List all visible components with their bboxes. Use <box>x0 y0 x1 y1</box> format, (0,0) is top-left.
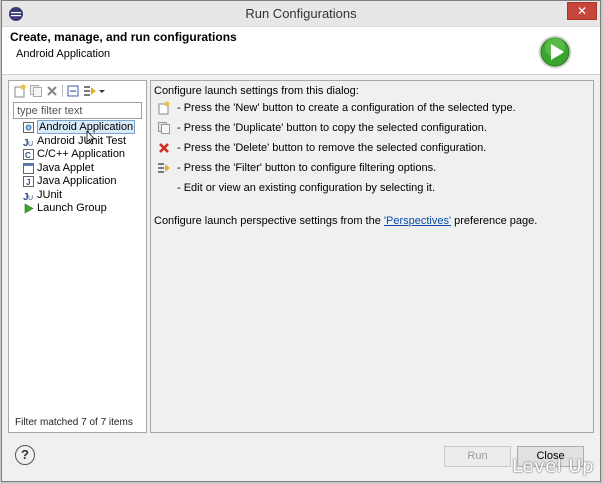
svg-text:J: J <box>26 178 30 187</box>
collapse-all-icon[interactable] <box>66 84 80 98</box>
svg-text:U: U <box>28 141 33 147</box>
help-button[interactable]: ? <box>15 445 35 465</box>
configuration-tree: Android Application J U Android JUnit Te… <box>19 120 144 216</box>
filter-status: Filter matched 7 of 7 items <box>15 417 133 428</box>
tree-item-label: Launch Group <box>37 202 107 214</box>
tree-item-label: Java Application <box>37 175 117 187</box>
delete-icon <box>159 143 169 153</box>
tree-item-label: C/C++ Application <box>37 148 126 160</box>
configuration-toolbar <box>11 83 144 101</box>
header-title: Create, manage, and run configurations <box>10 30 237 44</box>
junit-icon: J U <box>23 138 33 147</box>
filter-input[interactable] <box>13 102 142 119</box>
window-close-button[interactable]: ✕ <box>567 2 597 20</box>
filter-icon <box>158 163 170 173</box>
watermark: Level Up <box>512 456 594 477</box>
perspectives-link[interactable]: 'Perspectives' <box>384 215 451 227</box>
instruction-new: - Press the 'New' button to create a con… <box>155 101 585 117</box>
tree-item-label: Java Applet <box>37 161 94 174</box>
svg-text:U: U <box>28 195 33 201</box>
instruction-text: - Press the 'Duplicate' button to copy t… <box>177 122 487 134</box>
instruction-edit: - Edit or view an existing configuration… <box>155 181 585 197</box>
cpp-app-icon: C <box>23 149 34 160</box>
junit-icon: J U <box>23 192 33 201</box>
instruction-text: - Edit or view an existing configuration… <box>177 182 436 194</box>
java-app-icon: J <box>23 176 34 187</box>
run-configurations-window: Run Configurations ✕ Create, manage, and… <box>1 0 601 482</box>
instruction-duplicate: - Press the 'Duplicate' button to copy t… <box>155 121 585 137</box>
new-config-icon <box>158 101 170 115</box>
duplicate-icon <box>158 122 170 134</box>
instruction-text: - Press the 'Delete' button to remove th… <box>177 142 487 154</box>
mouse-cursor-icon <box>86 131 96 145</box>
instruction-filter: - Press the 'Filter' button to configure… <box>155 161 585 177</box>
configuration-type-pane: Android Application J U Android JUnit Te… <box>8 80 147 433</box>
chevron-down-icon[interactable] <box>97 84 107 98</box>
perspective-suffix: preference page. <box>451 215 538 227</box>
header-subtitle: Android Application <box>16 48 111 60</box>
title-bar[interactable]: Run Configurations ✕ <box>2 1 600 27</box>
tree-item-label: JUnit <box>37 188 63 201</box>
configuration-details-pane: Configure launch settings from this dial… <box>150 80 594 433</box>
delete-icon[interactable] <box>45 84 59 98</box>
instruction-text: - Press the 'Filter' button to configure… <box>177 162 437 174</box>
launch-group-icon <box>24 203 34 214</box>
perspective-settings-text: Configure launch perspective settings fr… <box>154 215 537 227</box>
window-title: Run Configurations <box>245 6 357 21</box>
tree-item-java-application[interactable]: J Java Application <box>19 175 144 189</box>
svg-text:C: C <box>25 151 31 160</box>
tree-item-label: Android JUnit Test <box>37 134 127 147</box>
tree-item-java-applet[interactable]: Java Applet <box>19 162 144 176</box>
run-button[interactable]: Run <box>444 446 511 467</box>
tree-item-cpp-application[interactable]: C C/C++ Application <box>19 148 144 162</box>
new-config-icon[interactable] <box>13 84 27 98</box>
duplicate-icon[interactable] <box>29 84 43 98</box>
tree-item-launch-group[interactable]: Launch Group <box>19 202 144 216</box>
run-play-icon <box>538 35 572 69</box>
instruction-text: - Press the 'New' button to create a con… <box>177 102 516 114</box>
java-applet-icon <box>23 162 34 174</box>
dialog-header: Create, manage, and run configurations A… <box>2 27 600 75</box>
tree-item-junit[interactable]: J U JUnit <box>19 189 144 203</box>
instruction-delete: - Press the 'Delete' button to remove th… <box>155 141 585 157</box>
toolbar-separator <box>62 85 63 97</box>
perspective-prefix: Configure launch perspective settings fr… <box>154 215 384 227</box>
intro-text: Configure launch settings from this dial… <box>154 85 359 97</box>
android-app-icon <box>23 122 34 133</box>
filter-icon[interactable] <box>83 84 97 98</box>
tree-item-android-junit-test[interactable]: J U Android JUnit Test <box>19 135 144 149</box>
tree-item-android-application[interactable]: Android Application <box>19 120 144 135</box>
